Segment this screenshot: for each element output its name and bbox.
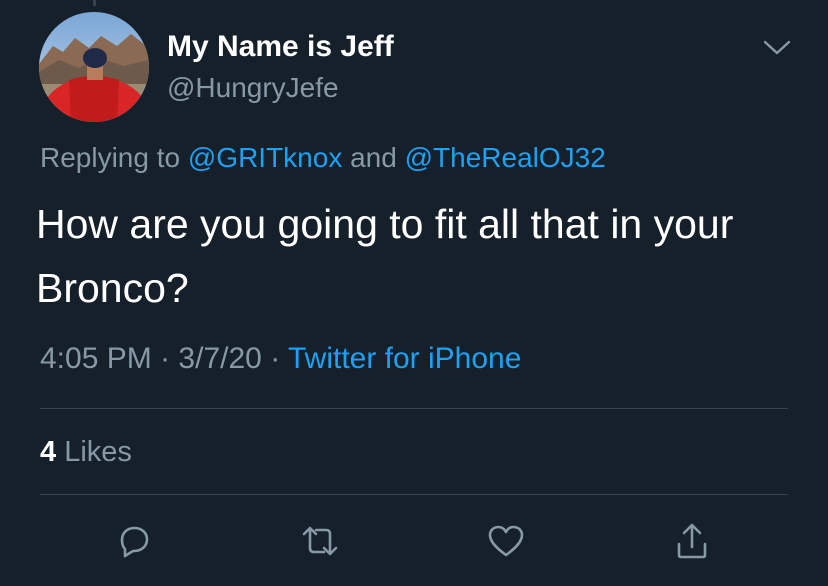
more-options-button[interactable] <box>757 30 797 66</box>
chevron-down-icon <box>763 40 791 55</box>
meta-separator: · <box>160 342 171 375</box>
tweet-time[interactable]: 4:05 PM <box>40 342 152 375</box>
user-handle[interactable]: @HungryJefe <box>167 72 339 104</box>
tweet-meta: 4:05 PM · 3/7/20 · Twitter for iPhone <box>40 342 521 376</box>
meta-separator: · <box>270 342 281 375</box>
like-icon <box>488 525 524 557</box>
reply-icon <box>120 526 149 558</box>
divider <box>40 494 788 495</box>
tweet-detail: My Name is Jeff @HungryJefe Replying to … <box>0 0 828 586</box>
display-name[interactable]: My Name is Jeff <box>167 30 394 64</box>
likes-label: Likes <box>64 436 132 468</box>
likes-stat[interactable]: 4 Likes <box>40 436 132 469</box>
reply-button[interactable] <box>112 519 156 563</box>
thread-connector-line <box>93 0 96 6</box>
share-button[interactable] <box>670 519 714 563</box>
mention-link-2[interactable]: @TheRealOJ32 <box>405 142 606 173</box>
likes-count: 4 <box>40 436 57 468</box>
tweet-text: How are you going to fit all that in you… <box>36 201 734 311</box>
divider <box>40 408 788 409</box>
replying-conjunction: and <box>350 142 397 173</box>
like-button[interactable] <box>484 519 528 563</box>
tweet-date[interactable]: 3/7/20 <box>178 342 261 375</box>
mention-link-1[interactable]: @GRITknox <box>188 142 342 173</box>
retweet-icon <box>302 526 338 556</box>
tweet-source-link[interactable]: Twitter for iPhone <box>288 342 521 375</box>
replying-to: Replying to @GRITknox and @TheRealOJ32 <box>40 142 606 174</box>
replying-prefix: Replying to <box>40 142 181 173</box>
share-icon <box>677 523 707 559</box>
retweet-button[interactable] <box>298 519 342 563</box>
avatar[interactable] <box>39 12 149 122</box>
